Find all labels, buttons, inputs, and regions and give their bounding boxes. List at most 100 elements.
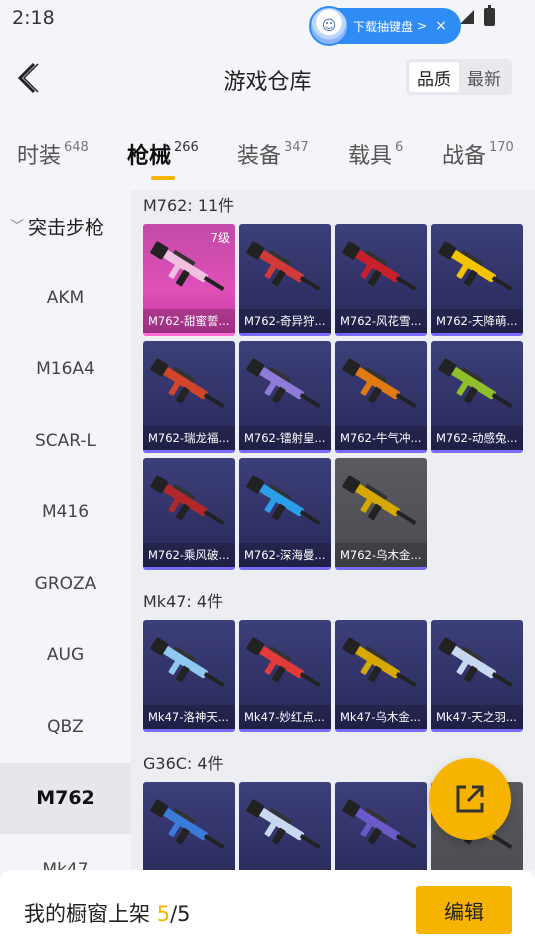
- sidebar-item-qbz[interactable]: QBZ: [0, 691, 131, 763]
- sidebar-item-m416[interactable]: M416: [0, 477, 131, 549]
- rifle-icon: [150, 358, 225, 409]
- rifle-icon: [150, 241, 225, 292]
- category-tabs: 时装 648 枪械 266 装备 347 载具 6 战备 170: [0, 128, 535, 184]
- sort-toggle: 品质 最新: [406, 59, 512, 95]
- skin-name: M762-乌木金...: [335, 543, 427, 567]
- showcase-status: 我的橱窗上架 5/5: [24, 898, 191, 928]
- sidebar-item-m762[interactable]: M762: [0, 762, 131, 834]
- tab-supplies[interactable]: 战备 170: [442, 138, 514, 170]
- skin-name: M762-镭射皇...: [239, 426, 331, 450]
- rifle-icon: [150, 799, 225, 850]
- tab-label: 战备: [442, 144, 487, 169]
- skin-card[interactable]: M762-乌木金...: [335, 458, 427, 570]
- rifle-icon: [150, 637, 225, 688]
- rifle-icon: [438, 637, 513, 688]
- skin-name: M762-风花雪...: [335, 309, 427, 333]
- skin-name: M762-奇异狩...: [239, 309, 331, 333]
- tab-count: 6: [395, 140, 404, 155]
- skin-card[interactable]: M762-瑞龙福...: [143, 341, 235, 453]
- sidebar-category-assault-rifles[interactable]: ﹀ 突击步枪: [0, 190, 131, 262]
- skin-card[interactable]: Mk47-妙红点...: [239, 620, 331, 732]
- weapon-sidebar: ﹀ 突击步枪 AKM M16A4 SCAR-L M416 GROZA AUG Q…: [0, 190, 131, 870]
- skin-card[interactable]: M762-风花雪...: [335, 224, 427, 336]
- tab-count: 266: [174, 140, 199, 155]
- sidebar-item-aug[interactable]: AUG: [0, 620, 131, 692]
- ad-close-icon[interactable]: ×: [435, 18, 447, 34]
- skin-card[interactable]: M762-奇异狩...: [239, 224, 331, 336]
- rifle-icon: [342, 799, 417, 850]
- rifle-icon: [246, 241, 321, 292]
- rifle-icon: [150, 475, 225, 526]
- sort-by-newest[interactable]: 最新: [459, 62, 509, 92]
- tab-outfits[interactable]: 时装 648: [17, 138, 89, 170]
- ad-text: 下载抽键盘: [353, 19, 414, 34]
- battery-icon: [484, 5, 495, 26]
- sort-by-quality[interactable]: 品质: [409, 62, 459, 92]
- rifle-icon: [246, 637, 321, 688]
- skin-card[interactable]: M762-乘风破...: [143, 458, 235, 570]
- skin-card[interactable]: Mk47-乌木金...: [335, 620, 427, 732]
- tab-vehicles[interactable]: 载具 6: [348, 138, 403, 170]
- rifle-icon: [246, 358, 321, 409]
- skin-card[interactable]: M762-牛气冲...: [335, 341, 427, 453]
- status-time: 2:18: [12, 7, 55, 29]
- skin-name: M762-动感兔...: [431, 426, 523, 450]
- sidebar-item-groza[interactable]: GROZA: [0, 548, 131, 620]
- skin-card[interactable]: [239, 782, 331, 870]
- skin-name: Mk47-洛神天...: [143, 705, 235, 729]
- rifle-icon: [438, 358, 513, 409]
- skin-name: Mk47-乌木金...: [335, 705, 427, 729]
- tab-label: 枪械: [127, 144, 172, 169]
- skin-card[interactable]: [335, 782, 427, 870]
- rifle-icon: [342, 637, 417, 688]
- chevron-down-icon: ﹀: [10, 219, 24, 235]
- showcase-total-count: /5: [170, 902, 191, 926]
- skin-card[interactable]: Mk47-洛神天...: [143, 620, 235, 732]
- skin-card[interactable]: M762-天降萌...: [431, 224, 523, 336]
- share-icon: [456, 785, 484, 813]
- download-ad-banner[interactable]: ☺ 下载抽键盘 > ×: [309, 6, 461, 46]
- skin-name: M762-瑞龙福...: [143, 426, 235, 450]
- skin-card[interactable]: M762-动感兔...: [431, 341, 523, 453]
- sidebar-item-scar-l[interactable]: SCAR-L: [0, 405, 131, 477]
- skin-name: M762-甜蜜誓...: [143, 309, 235, 333]
- sidebar-item-akm[interactable]: AKM: [0, 262, 131, 334]
- skin-name: Mk47-天之羽...: [431, 705, 523, 729]
- tab-label: 装备: [237, 144, 282, 169]
- tab-equipment[interactable]: 装备 347: [237, 138, 309, 170]
- header: 游戏仓库 品质 最新: [0, 48, 535, 108]
- sidebar-item-mk47[interactable]: Mk47: [0, 834, 131, 870]
- skin-name: M762-乘风破...: [143, 543, 235, 567]
- rifle-icon: [342, 475, 417, 526]
- group-title: M762: 11件: [143, 196, 235, 215]
- skin-name: M762-牛气冲...: [335, 426, 427, 450]
- skin-level-badge: 7级: [210, 231, 230, 245]
- ad-avatar-icon: ☺: [309, 6, 349, 46]
- skin-card[interactable]: 7级 M762-甜蜜誓...: [143, 224, 235, 336]
- tab-count: 170: [489, 140, 514, 155]
- showcase-bar: 我的橱窗上架 5/5 编辑: [0, 870, 535, 951]
- ad-arrow-icon: >: [417, 19, 428, 33]
- tab-count: 347: [284, 140, 309, 155]
- rifle-icon: [246, 799, 321, 850]
- tab-label: 载具: [348, 144, 393, 169]
- tab-label: 时装: [17, 144, 62, 169]
- active-tab-indicator: [151, 176, 175, 180]
- tab-count: 648: [64, 140, 89, 155]
- rifle-icon: [342, 358, 417, 409]
- sidebar-item-m16a4[interactable]: M16A4: [0, 334, 131, 406]
- skin-card[interactable]: M762-镭射皇...: [239, 341, 331, 453]
- skin-card[interactable]: M762-深海曼...: [239, 458, 331, 570]
- skin-card[interactable]: [143, 782, 235, 870]
- rifle-icon: [342, 241, 417, 292]
- skin-name: M762-深海曼...: [239, 543, 331, 567]
- skin-card[interactable]: Mk47-天之羽...: [431, 620, 523, 732]
- group-title: Mk47: 4件: [143, 592, 224, 611]
- group-title: G36C: 4件: [143, 754, 224, 773]
- share-button[interactable]: [429, 758, 511, 840]
- showcase-label: 我的橱窗上架: [24, 902, 150, 926]
- edit-button[interactable]: 编辑: [416, 886, 512, 934]
- tab-weapons[interactable]: 枪械 266: [127, 138, 199, 170]
- sidebar-category-label: 突击步枪: [28, 216, 105, 239]
- showcase-current-count: 5: [156, 902, 171, 926]
